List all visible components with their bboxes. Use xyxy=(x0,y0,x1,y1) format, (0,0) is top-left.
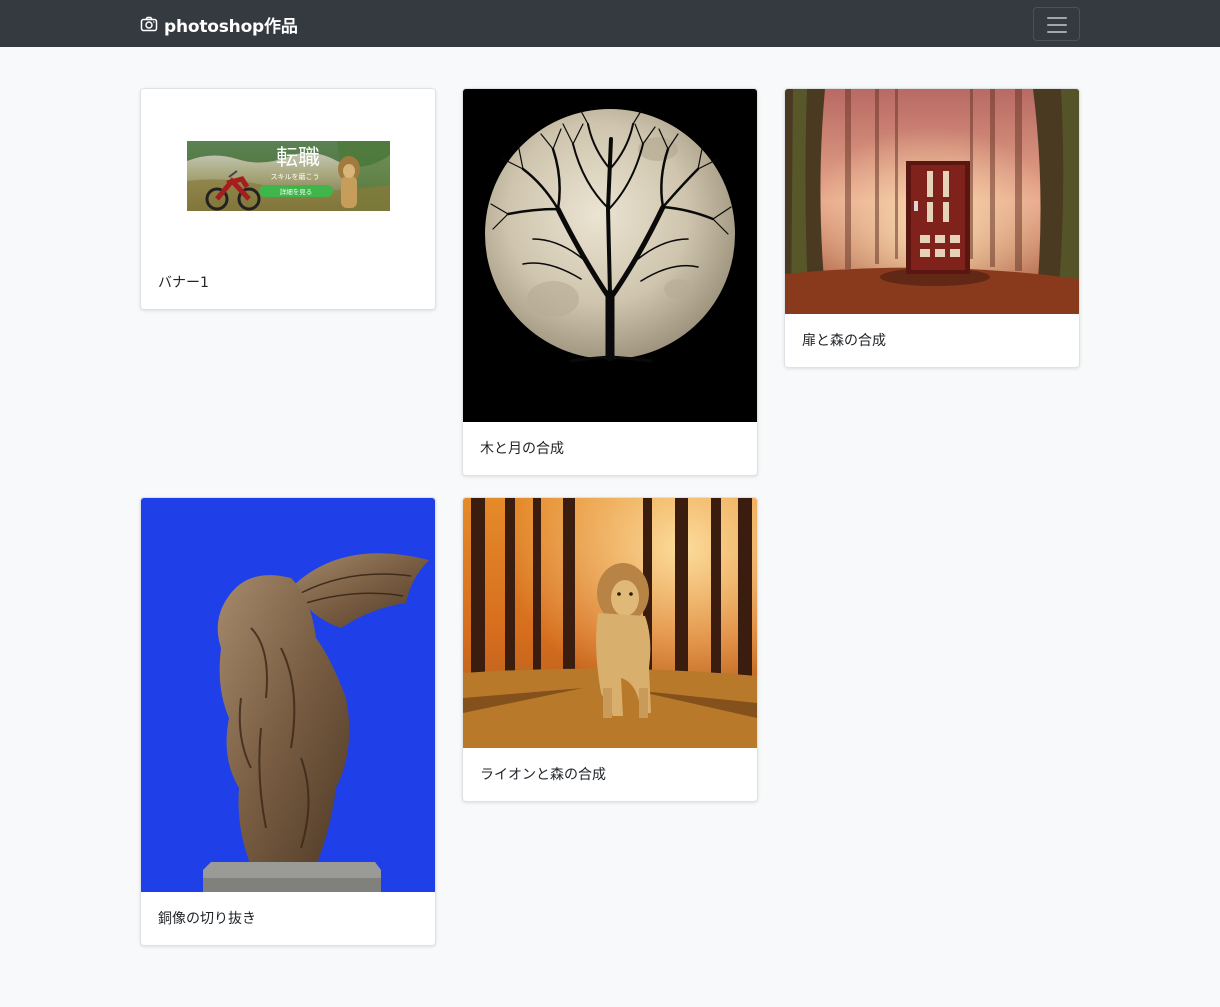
portfolio-card[interactable]: 扉と森の合成 xyxy=(784,88,1080,368)
card-title: バナー1 xyxy=(158,275,209,291)
door-forest-image xyxy=(785,89,1079,314)
banner-image: 転職 スキルを磨こう 詳細を見る xyxy=(141,89,435,255)
card-body: ライオンと森の合成 xyxy=(463,746,757,801)
banner-button-label: 詳細を見る xyxy=(280,187,313,196)
card-body: 木と月の合成 xyxy=(463,420,757,475)
card-title: 扉と森の合成 xyxy=(802,333,886,349)
portfolio-card[interactable]: 銅像の切り抜き xyxy=(140,497,436,946)
hamburger-menu-icon xyxy=(1047,17,1067,33)
card-body: 扉と森の合成 xyxy=(785,312,1079,367)
camera-icon xyxy=(140,16,158,32)
banner-subtext: スキルを磨こう xyxy=(271,172,320,181)
tree-moon-image xyxy=(463,89,757,422)
navbar-toggler-button[interactable] xyxy=(1033,7,1080,41)
card-body: 銅像の切り抜き xyxy=(141,890,435,945)
banner-headline: 転職 xyxy=(276,146,320,171)
portfolio-card[interactable]: 転職 スキルを磨こう 詳細を見る バナー1 xyxy=(140,88,436,310)
brand-text: photoshop作品 xyxy=(164,16,298,37)
card-title: ライオンと森の合成 xyxy=(480,767,606,783)
lion-forest-image xyxy=(463,498,757,748)
portfolio-card[interactable]: ライオンと森の合成 xyxy=(462,497,758,802)
card-title: 銅像の切り抜き xyxy=(158,911,256,927)
statue-cutout-image xyxy=(141,498,435,892)
card-body: バナー1 xyxy=(141,254,435,309)
navbar: photoshop作品 xyxy=(0,0,1220,47)
portfolio-card[interactable]: 木と月の合成 xyxy=(462,88,758,476)
navbar-brand[interactable]: photoshop作品 xyxy=(140,12,298,37)
card-title: 木と月の合成 xyxy=(480,441,564,457)
